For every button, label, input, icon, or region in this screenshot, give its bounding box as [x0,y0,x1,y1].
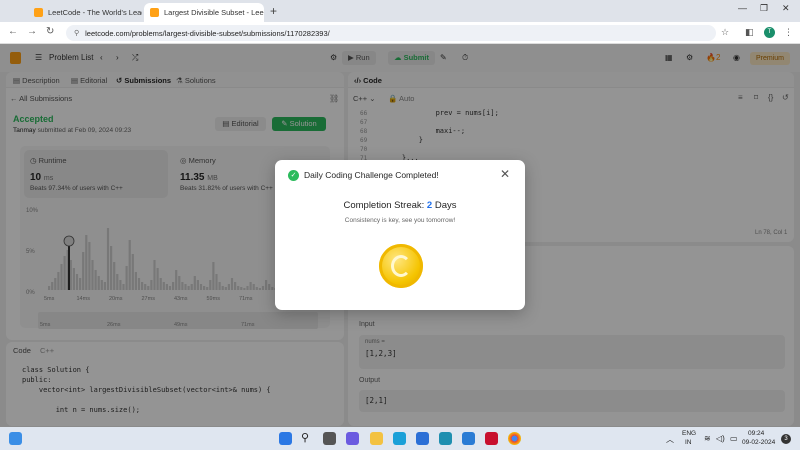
search-icon[interactable]: ⚲ [301,432,314,445]
bookmark-star-icon[interactable]: ☆ [721,27,729,38]
file-explorer-icon[interactable] [370,432,383,445]
streak-number: 2 [426,200,433,211]
wifi-icon[interactable]: ≋ [704,434,711,443]
completion-streak: Completion Streak: 2 Days [343,200,457,211]
lang-top[interactable]: ENG [682,430,696,437]
store-icon[interactable] [416,432,429,445]
check-circle-icon: ✓ [288,170,299,181]
leetcode-coin-icon [379,244,423,288]
windows-start-icon[interactable] [279,432,292,445]
site-info-icon[interactable]: ⚲ [74,29,79,37]
browser-tab-problem[interactable]: Largest Divisible Subset - Lee ✕ [144,3,264,22]
coin-logo-mark [391,255,411,277]
lang-bottom[interactable]: IN [685,439,692,446]
back-icon[interactable]: ← [8,26,18,37]
close-window-icon[interactable]: ✕ [782,3,790,14]
tray-chevron-icon[interactable]: ︿ [666,434,674,445]
teams-icon[interactable] [346,432,359,445]
url-text: leetcode.com/problems/largest-divisible-… [85,28,330,38]
leetcode-favicon-icon [34,8,43,17]
forward-icon[interactable]: → [27,26,37,37]
tab-title: Largest Divisible Subset - Lee [164,8,264,17]
daily-challenge-modal: ✓ Daily Coding Challenge Completed! ✕ Co… [275,160,525,310]
close-icon[interactable]: ✕ [500,167,510,181]
windows-taskbar: ⚲ ︿ ENG IN ≋ ◁) ▭ 09:24 09-02-2024 3 [0,427,800,450]
side-panel-icon[interactable]: ◧ [745,27,754,38]
widgets-icon[interactable] [9,432,22,445]
tab-title: LeetCode - The World's Leadin [48,8,142,17]
app-icon[interactable] [462,432,475,445]
notification-badge[interactable]: 3 [781,434,791,444]
edge-icon[interactable] [393,432,406,445]
volume-icon[interactable]: ◁) [716,434,725,443]
new-tab-icon[interactable]: + [270,4,277,18]
clock-date[interactable]: 09-02-2024 [742,439,775,446]
minimize-icon[interactable]: — [738,3,747,13]
consistency-message: Consistency is key, see you tomorrow! [344,217,456,224]
app-icon[interactable] [439,432,452,445]
leetcode-favicon-icon [150,8,159,17]
task-view-icon[interactable] [323,432,336,445]
browser-menu-icon[interactable]: ⋮ [784,27,793,38]
mcafee-icon[interactable] [485,432,498,445]
url-input[interactable]: ⚲ leetcode.com/problems/largest-divisibl… [66,25,716,41]
profile-avatar[interactable]: T [764,27,775,38]
battery-icon[interactable]: ▭ [730,434,738,443]
reload-icon[interactable]: ↻ [46,26,54,37]
chrome-icon[interactable] [508,432,521,445]
clock-time[interactable]: 09:24 [748,430,764,437]
address-bar: ← → ↻ ⚲ leetcode.com/problems/largest-di… [0,22,800,44]
browser-tab-bar: LeetCode - The World's Leadin ✕ Largest … [0,0,800,22]
modal-title: Daily Coding Challenge Completed! [304,170,439,180]
maximize-icon[interactable]: ❐ [760,3,768,14]
browser-tab-leetcode[interactable]: LeetCode - The World's Leadin ✕ [28,3,142,22]
